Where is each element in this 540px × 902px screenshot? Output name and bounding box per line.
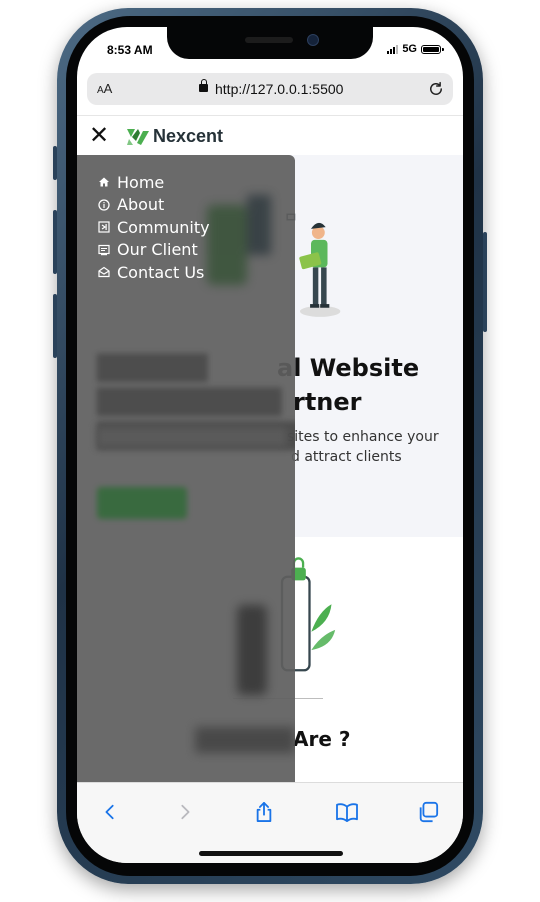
nav-menu: Home About Community Our Client Contact … [97,171,210,284]
reload-icon[interactable] [427,80,445,98]
blurred-section-title [195,727,295,753]
brand-name[interactable]: Nexcent [153,126,223,147]
menu-item-label: About [117,195,165,215]
section-title-visible: Are ? [293,727,351,751]
front-camera [307,34,319,46]
forward-icon[interactable] [170,797,200,827]
close-icon[interactable]: ✕ [89,123,111,147]
tabs-icon[interactable] [413,797,443,827]
volume-up-button [53,210,57,274]
home-icon [97,176,110,189]
menu-item-community[interactable]: Community [97,216,210,239]
lock-icon [199,79,208,92]
blurred-hero-button [97,487,187,519]
share-icon[interactable] [249,797,279,827]
site-navbar: ✕ Nexcent [77,115,463,156]
phone-screen: 8:53 AM 5G AA http://127.0.0.1:5500 ✕ Ne… [77,27,463,863]
status-time: 8:53 AM [107,43,153,57]
community-icon [97,221,110,234]
menu-item-label: Our Client [117,240,198,260]
bookmarks-icon[interactable] [332,797,362,827]
hero-title-line-1: al Website [277,354,420,382]
nexcent-logo-icon [127,129,149,145]
blurred-illustration-2 [227,595,287,705]
speaker [245,37,293,43]
blurred-hero-desc [97,427,287,447]
volume-down-button [53,294,57,358]
hero-title-line-2: rtner [293,388,362,416]
menu-item-our-client[interactable]: Our Client [97,239,210,262]
text-size-button[interactable]: AA [97,81,112,96]
hero-desc-line-1: sites to enhance your [287,429,439,445]
mute-switch [53,146,57,180]
power-button [483,232,487,332]
mail-icon [97,266,110,279]
menu-item-label: Contact Us [117,262,205,282]
menu-item-home[interactable]: Home [97,171,210,194]
url-text[interactable]: http://127.0.0.1:5500 [215,81,343,97]
battery-icon [421,44,444,54]
info-icon [97,198,110,211]
side-drawer-menu: ██████ █████████████████████ Home About [77,155,295,782]
signal-icon [387,44,399,54]
hero-desc-line-2: d attract clients [291,449,402,465]
menu-item-label: Community [117,217,210,237]
home-indicator [199,851,343,856]
menu-item-about[interactable]: About [97,194,210,217]
client-icon [97,243,110,256]
menu-item-label: Home [117,172,165,192]
network-label: 5G [402,43,417,55]
menu-item-contact-us[interactable]: Contact Us [97,261,210,284]
address-bar[interactable]: AA http://127.0.0.1:5500 [87,73,453,105]
status-indicators: 5G [387,43,444,55]
notch [167,27,373,59]
back-icon[interactable] [95,797,125,827]
